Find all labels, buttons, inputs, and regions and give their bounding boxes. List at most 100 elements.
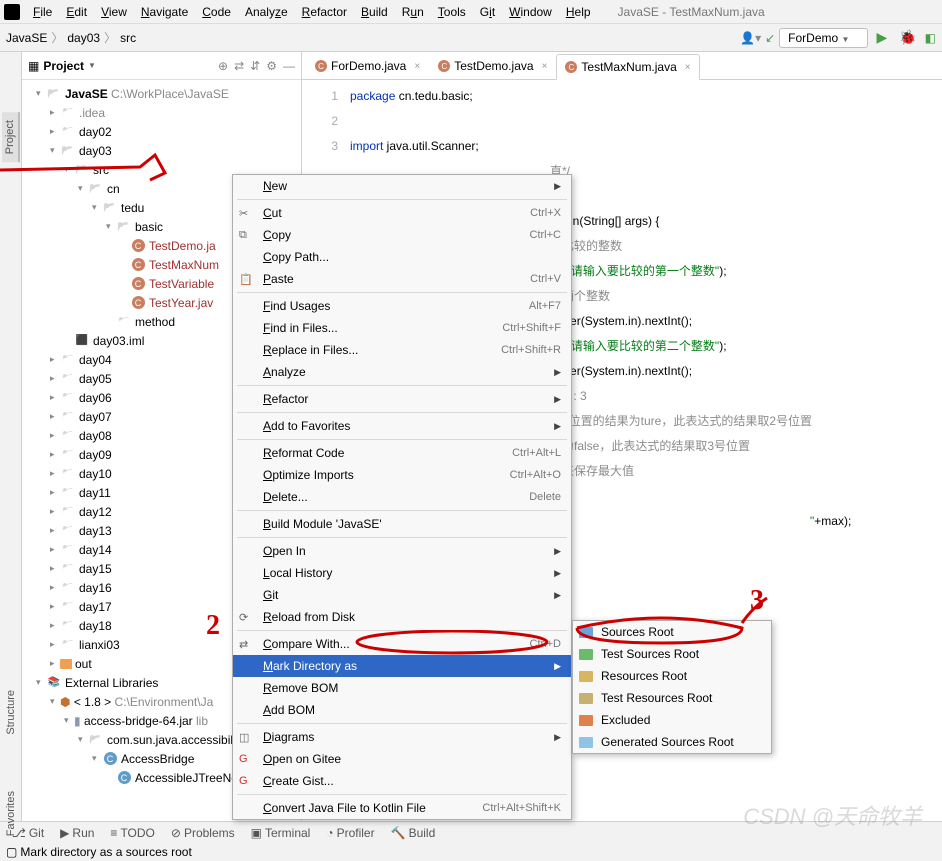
- project-panel-header: ▦ Project ▼ ⊕ ⇄ ⇵ ⚙ —: [22, 52, 301, 80]
- submenu-generated-sources-root[interactable]: Generated Sources Root: [573, 731, 771, 753]
- tree-item[interactable]: ▸day02: [22, 122, 301, 141]
- ctx-diagrams[interactable]: ◫Diagrams▶: [233, 726, 571, 748]
- breadcrumb-0[interactable]: JavaSE: [6, 31, 47, 45]
- menu-git[interactable]: Git: [473, 2, 502, 22]
- menu-analyze[interactable]: Analyze: [238, 2, 295, 22]
- ctx-build-module-javase-[interactable]: Build Module 'JavaSE': [233, 513, 571, 535]
- ctx-cut[interactable]: ✂CutCtrl+X: [233, 202, 571, 224]
- menu-refactor[interactable]: Refactor: [295, 2, 354, 22]
- bottom-run[interactable]: ▶ Run: [54, 824, 100, 842]
- menu-help[interactable]: Help: [559, 2, 598, 22]
- ctx-new[interactable]: New▶: [233, 175, 571, 197]
- breadcrumb-2[interactable]: src: [120, 31, 136, 45]
- ctx-create-gist-[interactable]: GCreate Gist...: [233, 770, 571, 792]
- tree-root[interactable]: ▾JavaSE C:\WorkPlace\JavaSE: [22, 84, 301, 103]
- menu-tools[interactable]: Tools: [431, 2, 473, 22]
- status-bar: ▢ Mark directory as a sources root: [0, 843, 942, 861]
- toolbar: JavaSE 〉 day03 〉 src 👤▾ ↙ ForDemo ▼ ▶ 🐞 …: [0, 24, 942, 52]
- ctx-convert-java-file-to-kotlin-file[interactable]: Convert Java File to Kotlin FileCtrl+Alt…: [233, 797, 571, 819]
- run-config-label: ForDemo: [788, 31, 838, 45]
- side-tab-structure[interactable]: Structure: [3, 682, 19, 743]
- java-icon: C: [438, 60, 450, 72]
- run-button[interactable]: ▶: [872, 29, 891, 46]
- left-tool-gutter: Project Structure Favorites: [0, 52, 22, 821]
- java-icon: C: [565, 61, 577, 73]
- ctx-refactor[interactable]: Refactor▶: [233, 388, 571, 410]
- ctx-find-in-files-[interactable]: Find in Files...Ctrl+Shift+F: [233, 317, 571, 339]
- bottom-problems[interactable]: ⊘ Problems: [165, 824, 241, 842]
- ctx-replace-in-files-[interactable]: Replace in Files...Ctrl+Shift+R: [233, 339, 571, 361]
- ctx-mark-directory-as[interactable]: Mark Directory as▶: [233, 655, 571, 677]
- project-icon: ▦: [28, 59, 39, 73]
- bottom-terminal[interactable]: ▣ Terminal: [245, 824, 317, 842]
- bottom-build[interactable]: 🔨 Build: [385, 824, 442, 842]
- ctx-git[interactable]: Git▶: [233, 584, 571, 606]
- breadcrumb-sep: 〉: [51, 29, 63, 46]
- submenu-excluded[interactable]: Excluded: [573, 709, 771, 731]
- side-tab-favorites[interactable]: Favorites: [3, 783, 19, 844]
- ctx-open-on-gitee[interactable]: GOpen on Gitee: [233, 748, 571, 770]
- submenu-resources-root[interactable]: Resources Root: [573, 665, 771, 687]
- debug-button[interactable]: 🐞: [895, 29, 920, 46]
- ctx-local-history[interactable]: Local History▶: [233, 562, 571, 584]
- menu-navigate[interactable]: Navigate: [134, 2, 195, 22]
- menu-file[interactable]: File: [26, 2, 59, 22]
- close-icon[interactable]: ×: [414, 61, 420, 72]
- menu-view[interactable]: View: [94, 2, 134, 22]
- chevron-down-icon[interactable]: ▼: [88, 61, 96, 70]
- target-icon[interactable]: ⊕: [218, 59, 228, 73]
- run-with-coverage[interactable]: ◧: [925, 31, 936, 45]
- status-icon: ▢: [6, 845, 17, 859]
- collapse-icon[interactable]: ⇄: [234, 59, 244, 73]
- ctx-copy[interactable]: ⧉CopyCtrl+C: [233, 224, 571, 246]
- menu-run[interactable]: Run: [395, 2, 431, 22]
- expand-icon[interactable]: ⇵: [250, 59, 260, 73]
- sync-icon[interactable]: ↙: [765, 31, 775, 45]
- hide-icon[interactable]: —: [283, 59, 295, 73]
- ctx-open-in[interactable]: Open In▶: [233, 540, 571, 562]
- side-tab-project[interactable]: Project: [2, 112, 20, 162]
- project-panel-title: Project: [43, 59, 84, 73]
- ctx-delete-[interactable]: Delete...Delete: [233, 486, 571, 508]
- ctx-copy-path-[interactable]: Copy Path...: [233, 246, 571, 268]
- gear-icon[interactable]: ⚙: [266, 59, 277, 73]
- submenu-sources-root[interactable]: Sources Root: [573, 621, 771, 643]
- ctx-optimize-imports[interactable]: Optimize ImportsCtrl+Alt+O: [233, 464, 571, 486]
- menubar: File Edit View Navigate Code Analyze Ref…: [0, 0, 942, 24]
- status-text: Mark directory as a sources root: [20, 845, 191, 859]
- mark-directory-submenu: Sources RootTest Sources RootResources R…: [572, 620, 772, 754]
- tree-item[interactable]: ▾day03: [22, 141, 301, 160]
- ctx-remove-bom[interactable]: Remove BOM: [233, 677, 571, 699]
- tree-item[interactable]: ▸.idea: [22, 103, 301, 122]
- chevron-down-icon: ▼: [842, 35, 850, 44]
- run-config-select[interactable]: ForDemo ▼: [779, 28, 868, 48]
- ctx-paste[interactable]: 📋PasteCtrl+V: [233, 268, 571, 290]
- app-icon: [4, 4, 20, 20]
- java-icon: C: [315, 60, 327, 72]
- bottom-profiler[interactable]: ◔ Profiler: [320, 824, 380, 842]
- menu-edit[interactable]: Edit: [59, 2, 94, 22]
- ctx-find-usages[interactable]: Find UsagesAlt+F7: [233, 295, 571, 317]
- menu-window[interactable]: Window: [502, 2, 559, 22]
- close-icon[interactable]: ×: [685, 62, 691, 73]
- ctx-add-bom[interactable]: Add BOM: [233, 699, 571, 721]
- tab-testmaxnum[interactable]: CTestMaxNum.java×: [556, 54, 699, 80]
- window-title: JavaSE - TestMaxNum.java: [618, 5, 765, 19]
- submenu-test-sources-root[interactable]: Test Sources Root: [573, 643, 771, 665]
- user-icon[interactable]: 👤▾: [740, 31, 761, 45]
- bottom-todo[interactable]: ≡ TODO: [104, 824, 160, 842]
- ctx-add-to-favorites[interactable]: Add to Favorites▶: [233, 415, 571, 437]
- ctx-compare-with-[interactable]: ⇄Compare With...Ctrl+D: [233, 633, 571, 655]
- context-menu: New▶ ✂CutCtrl+X⧉CopyCtrl+CCopy Path...📋Pa…: [232, 174, 572, 820]
- bottom-toolbar: ⎇ Git ▶ Run ≡ TODO ⊘ Problems ▣ Terminal…: [0, 821, 942, 843]
- menu-code[interactable]: Code: [195, 2, 238, 22]
- submenu-test-resources-root[interactable]: Test Resources Root: [573, 687, 771, 709]
- menu-build[interactable]: Build: [354, 2, 395, 22]
- ctx-reformat-code[interactable]: Reformat CodeCtrl+Alt+L: [233, 442, 571, 464]
- tab-fordemo[interactable]: CForDemo.java×: [306, 53, 429, 79]
- ctx-analyze[interactable]: Analyze▶: [233, 361, 571, 383]
- close-icon[interactable]: ×: [542, 61, 548, 72]
- breadcrumb-1[interactable]: day03: [67, 31, 100, 45]
- tab-testdemo[interactable]: CTestDemo.java×: [429, 53, 556, 79]
- ctx-reload-from-disk[interactable]: ⟳Reload from Disk: [233, 606, 571, 628]
